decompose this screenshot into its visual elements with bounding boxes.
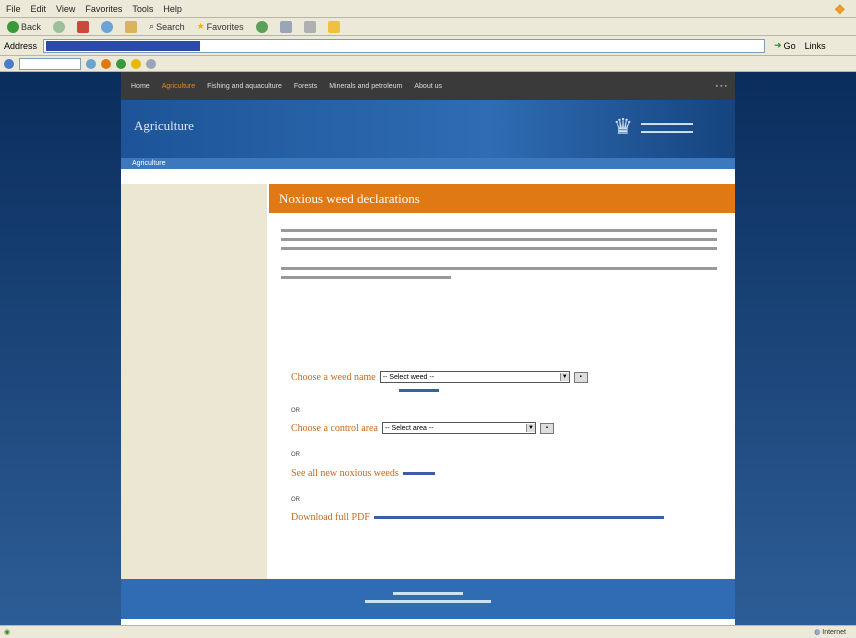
back-arrow-icon bbox=[7, 20, 19, 33]
choose-area-label: Choose a control area bbox=[291, 422, 378, 434]
links-label[interactable]: Links bbox=[805, 41, 826, 51]
menu-tools[interactable]: Tools bbox=[132, 4, 153, 14]
menu-view[interactable]: View bbox=[56, 4, 75, 14]
toolbar-button-icon[interactable] bbox=[116, 58, 126, 69]
forward-arrow-icon bbox=[53, 20, 66, 33]
page-done-icon: ◉ bbox=[4, 629, 11, 636]
department-logo-text: ▬▬▬▬▬▬▬▬ ▬▬▬▬▬▬▬▬ bbox=[641, 120, 693, 135]
address-bar: Address ➜ Go Links bbox=[0, 36, 856, 56]
globe-icon: ◍ bbox=[814, 629, 821, 636]
home-button[interactable] bbox=[122, 20, 140, 34]
nav-fishing[interactable]: Fishing and aquaculture bbox=[207, 83, 282, 90]
left-sidebar bbox=[121, 184, 267, 579]
weed-name-select[interactable]: -- Select weed -- ▼ bbox=[379, 371, 570, 383]
home-icon bbox=[125, 20, 138, 33]
browser-viewport: Home Agriculture Fishing and aquaculture… bbox=[0, 72, 856, 625]
menu-favorites[interactable]: Favorites bbox=[85, 4, 122, 14]
address-input[interactable] bbox=[43, 38, 766, 53]
star-icon: ★ bbox=[196, 21, 205, 31]
nav-minerals[interactable]: Minerals and petroleum bbox=[329, 83, 402, 90]
stop-icon bbox=[77, 20, 90, 33]
toolbar: Back ⌕ Search ★ Favorites bbox=[0, 18, 856, 36]
mail-icon bbox=[279, 20, 292, 33]
toolbar-search-icon[interactable] bbox=[86, 58, 96, 69]
see-all-label: See all new noxious weeds bbox=[291, 468, 399, 479]
search-icon: ⌕ bbox=[149, 21, 155, 31]
download-pdf-label: Download full PDF bbox=[291, 512, 370, 523]
main-content: Noxious weed declarations Choose a weed … bbox=[269, 184, 735, 579]
intro-paragraph-2 bbox=[281, 265, 725, 288]
nav-agriculture[interactable]: Agriculture bbox=[162, 83, 195, 90]
back-button[interactable]: Back bbox=[4, 20, 44, 34]
toolbar-popup-icon[interactable] bbox=[101, 58, 111, 69]
print-icon bbox=[303, 20, 316, 33]
download-row: Download full PDF bbox=[291, 512, 664, 523]
site-footer bbox=[121, 579, 735, 619]
mail-button[interactable] bbox=[277, 20, 295, 34]
control-area-select[interactable]: -- Select area -- ▼ bbox=[381, 422, 536, 434]
print-button[interactable] bbox=[301, 20, 319, 34]
menu-help[interactable]: Help bbox=[163, 4, 182, 14]
choose-weed-label: Choose a weed name bbox=[291, 371, 376, 383]
menu-bar: File Edit View Favorites Tools Help ❖ bbox=[0, 0, 856, 18]
internet-zone: ◍ Internet bbox=[814, 629, 846, 636]
or-separator-2: OR bbox=[291, 452, 300, 458]
nav-about[interactable]: About us bbox=[414, 83, 442, 90]
see-all-link[interactable] bbox=[402, 472, 435, 475]
status-bar: ◉ ◍ Internet bbox=[0, 625, 856, 638]
intro-paragraph-1 bbox=[281, 227, 725, 260]
nav-forests[interactable]: Forests bbox=[294, 83, 317, 90]
breadcrumb-agriculture[interactable]: Agriculture bbox=[132, 160, 165, 167]
toolbar-search-input[interactable] bbox=[19, 57, 81, 70]
web-page: Home Agriculture Fishing and aquaculture… bbox=[121, 72, 735, 625]
or-separator-1: OR bbox=[291, 408, 300, 414]
windows-logo-icon: ❖ bbox=[834, 2, 846, 17]
download-pdf-link[interactable] bbox=[373, 516, 664, 519]
footer-text-lines bbox=[365, 592, 491, 603]
area-go-button[interactable]: ▪ bbox=[539, 422, 554, 434]
page-title: Noxious weed declarations bbox=[269, 184, 735, 213]
see-all-row: See all new noxious weeds bbox=[291, 468, 435, 479]
weed-name-row: Choose a weed name -- Select weed -- ▼ ▪ bbox=[291, 371, 588, 383]
menu-edit[interactable]: Edit bbox=[31, 4, 47, 14]
folder-button[interactable] bbox=[325, 20, 343, 34]
forward-button[interactable] bbox=[50, 20, 68, 34]
intro-text-lines-1 bbox=[281, 229, 717, 250]
go-button[interactable]: ➜ Go bbox=[771, 39, 799, 53]
intro-text-lines-2 bbox=[281, 267, 717, 279]
links-toolbar bbox=[0, 56, 856, 72]
refresh-icon bbox=[101, 20, 114, 33]
site-top-nav: Home Agriculture Fishing and aquaculture… bbox=[121, 72, 735, 100]
chevron-down-icon: ▼ bbox=[525, 424, 535, 432]
menu-file[interactable]: File bbox=[6, 4, 21, 14]
history-icon bbox=[255, 20, 268, 33]
banner-title: Agriculture bbox=[134, 118, 194, 133]
go-arrow-icon: ➜ bbox=[774, 40, 782, 50]
site-banner: Agriculture ♛ ▬▬▬▬▬▬▬▬ ▬▬▬▬▬▬▬▬ bbox=[121, 100, 735, 158]
search-button[interactable]: ⌕ Search bbox=[146, 20, 188, 34]
chevron-down-icon: ▼ bbox=[559, 373, 569, 381]
breadcrumb: Agriculture bbox=[121, 158, 735, 169]
weed-go-button[interactable]: ▪ bbox=[573, 371, 588, 383]
refresh-button[interactable] bbox=[98, 20, 116, 34]
toolbar-highlight-icon[interactable] bbox=[131, 58, 141, 69]
address-url-selection bbox=[46, 40, 201, 51]
toolbar-logo-icon bbox=[4, 58, 14, 69]
stop-button[interactable] bbox=[74, 20, 92, 34]
address-label: Address bbox=[4, 40, 38, 51]
toolbar-options-icon[interactable] bbox=[146, 58, 156, 69]
control-area-row: Choose a control area -- Select area -- … bbox=[291, 422, 554, 434]
nav-home[interactable]: Home bbox=[131, 83, 150, 90]
history-button[interactable] bbox=[253, 20, 271, 34]
weed-help-link[interactable] bbox=[399, 389, 439, 392]
favorites-button[interactable]: ★ Favorites bbox=[194, 20, 247, 34]
nsw-crest-logo: ♛ bbox=[613, 114, 633, 139]
nav-utility-links[interactable]: ▪ ▪ ▪ bbox=[716, 83, 727, 90]
folder-icon bbox=[327, 20, 340, 33]
or-separator-3: OR bbox=[291, 497, 300, 503]
